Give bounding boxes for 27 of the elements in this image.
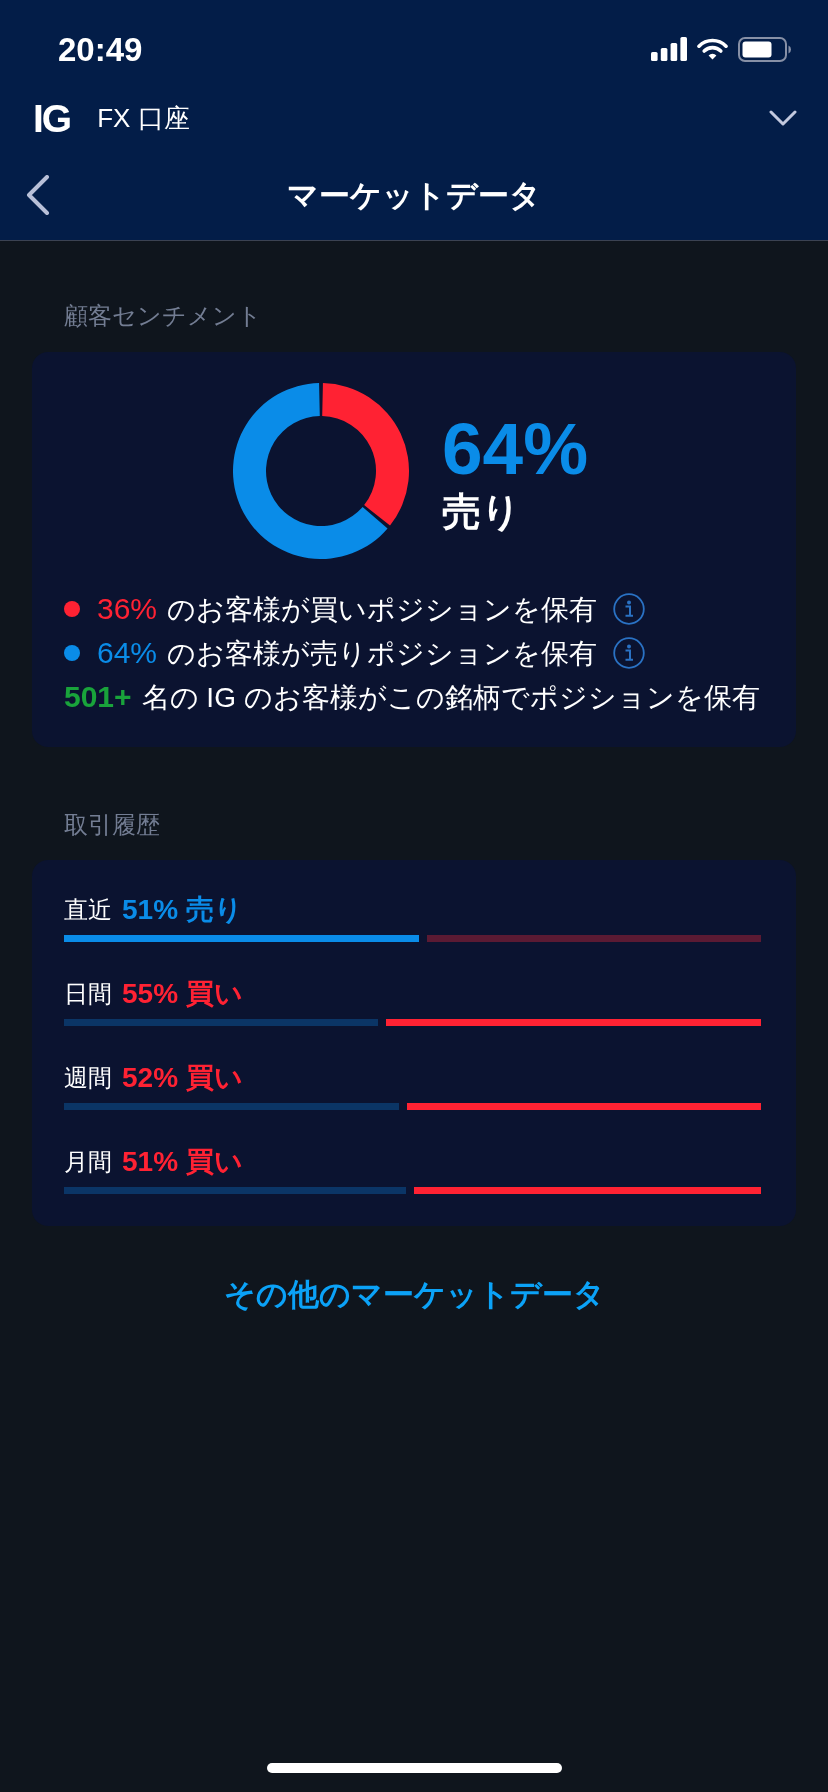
legend-text: 36% のお客様が買いポジションを保有 — [97, 590, 598, 627]
info-icon[interactable] — [613, 593, 646, 625]
signal-icon — [651, 37, 687, 61]
battery-icon — [738, 36, 791, 62]
chevron-down-icon[interactable] — [769, 110, 797, 126]
back-icon[interactable] — [26, 175, 50, 215]
sentiment-reading: 55% 買い — [122, 977, 243, 1011]
sentiment-reading: 51% 買い — [122, 1145, 243, 1179]
period-label: 週間 — [64, 1063, 112, 1093]
page-title: マーケットデータ — [287, 179, 541, 211]
section-label: 顧客センチメント — [64, 301, 262, 331]
sentiment-reading: 51% 売り — [122, 893, 243, 927]
period-label: 日間 — [64, 979, 112, 1009]
wifi-icon — [697, 38, 728, 60]
period-label: 直近 — [64, 895, 112, 925]
headline-side: 売り — [442, 489, 521, 535]
account-name[interactable]: FX 口座 — [97, 105, 190, 131]
headline-percent: 64% — [442, 414, 589, 484]
sentiment-reading: 52% 買い — [122, 1061, 243, 1095]
more-market-data-link[interactable]: その他のマーケットデータ — [223, 1275, 605, 1315]
legend-text: 64% のお客様が売りポジションを保有 — [97, 634, 598, 671]
period-label: 月間 — [64, 1147, 112, 1177]
positions-count-text: 501+ 名の IG のお客様がこの銘柄でポジションを保有 — [64, 678, 760, 715]
section-label: 取引履歴 — [64, 810, 160, 840]
status-time: 20:49 — [58, 32, 143, 66]
info-icon[interactable] — [613, 637, 646, 669]
logo: IG — [33, 98, 71, 138]
